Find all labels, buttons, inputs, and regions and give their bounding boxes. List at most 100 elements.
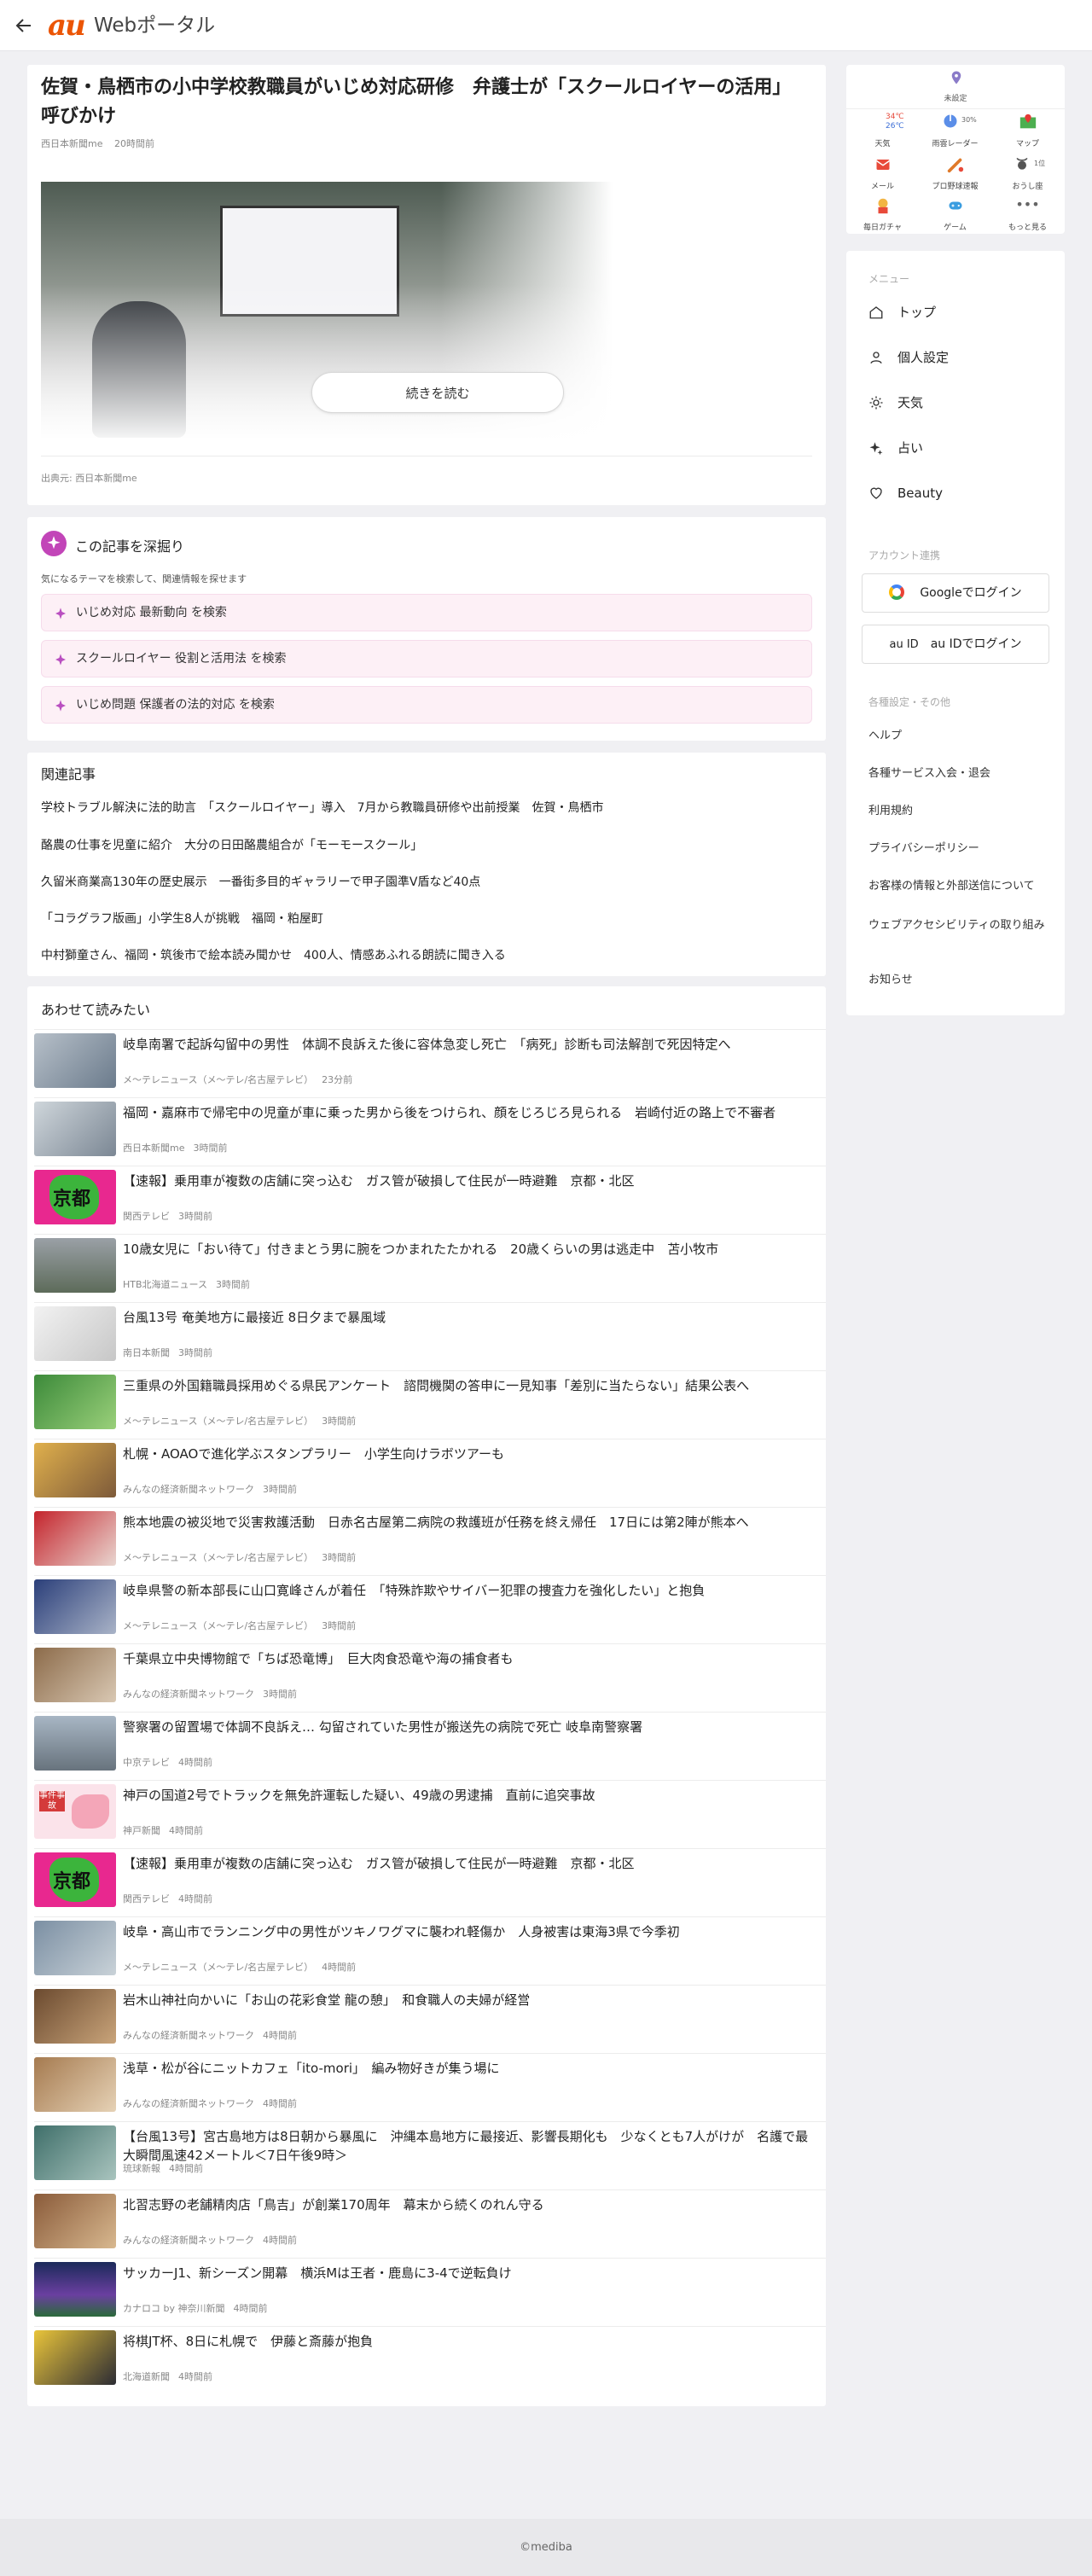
news-meta: 南日本新聞 3時間前 xyxy=(123,1346,212,1359)
util-fortune[interactable]: 1位 おうし座 xyxy=(991,152,1064,195)
news-title: サッカーJ1、新シーズン開幕 横浜Mは王者・鹿島に3-4で逆転負け xyxy=(123,2265,512,2281)
related-item[interactable]: 「コラグラフ版画」小学生8人が挑戦 福岡・粕屋町 xyxy=(41,910,323,927)
news-time: 3時間前 xyxy=(322,1552,357,1563)
util-label: 毎日ガチャ xyxy=(863,224,902,232)
news-time: 3時間前 xyxy=(178,1347,212,1358)
link-news[interactable]: お知らせ xyxy=(868,973,1048,988)
menu-item-weather[interactable]: 天気 xyxy=(868,387,1048,418)
util-baseball[interactable]: プロ野球速報 xyxy=(919,152,991,195)
au-id-logo: au ID xyxy=(889,638,919,651)
news-item[interactable]: サッカーJ1、新シーズン開幕 横浜Mは王者・鹿島に3-4で逆転負け カナロコ b… xyxy=(34,2258,826,2326)
news-title: 10歳女児に「おい待て」付きまとう男に腕をつかまれたたかれる 20歳くらいの男は… xyxy=(123,1241,719,1257)
news-thumbnail xyxy=(34,1989,116,2044)
news-item[interactable]: 【台風13号】宮古島地方は8日朝から暴風に 沖縄本島地方に最接近、影響長期化も … xyxy=(34,2121,826,2189)
menu-item-fortune[interactable]: 占い xyxy=(868,433,1048,463)
au-logo[interactable]: au xyxy=(48,9,86,43)
util-game[interactable]: ゲーム xyxy=(919,193,991,236)
weather-low: 26℃ xyxy=(886,122,904,131)
news-item[interactable]: 岐阜南署で起訴勾留中の男性 体調不良訴えた後に容体急変し死亡 「病死」診断も司法… xyxy=(34,1029,826,1097)
rain-radar-icon xyxy=(944,114,957,128)
search-chip[interactable]: いじめ対応 最新動向 を検索 xyxy=(41,594,812,631)
news-time: 4時間前 xyxy=(263,2098,297,2109)
news-source: みんなの経済新聞ネットワーク xyxy=(123,2098,254,2109)
back-arrow-icon[interactable] xyxy=(14,15,34,36)
news-time: 3時間前 xyxy=(263,1689,297,1700)
news-title: 福岡・嘉麻市で帰宅中の児童が車に乗った男から後をつけられ、顔をじろじろ見られる … xyxy=(123,1105,776,1120)
menu-item-beauty[interactable]: Beauty xyxy=(868,478,1048,509)
news-item[interactable]: 京都 【速報】乗用車が複数の店舗に突っ込む ガス管が破損して住民が一時避難 京都… xyxy=(34,1848,826,1916)
news-item[interactable]: 浅草・松が谷にニットカフェ「ito-mori」 編み物好きが集う場に みんなの経… xyxy=(34,2053,826,2121)
news-item[interactable]: 福岡・嘉麻市で帰宅中の児童が車に乗った男から後をつけられ、顔をじろじろ見られる … xyxy=(34,1097,826,1166)
news-meta: みんなの経済新聞ネットワーク 3時間前 xyxy=(123,1482,297,1496)
news-time: 4時間前 xyxy=(263,2030,297,2041)
news-thumbnail: 事件事故 xyxy=(34,1784,116,1839)
related-item[interactable]: 学校トラブル解決に法的助言 「スクールロイヤー」導入 7月から教職員研修や出前授… xyxy=(41,799,603,816)
link-service-signup[interactable]: 各種サービス入会・退会 xyxy=(868,766,1048,782)
news-item[interactable]: 千葉県立中央博物館で「ちば恐竜博」 巨大肉食恐竜や海の捕食者も みんなの経済新聞… xyxy=(34,1643,826,1712)
util-map[interactable]: マップ xyxy=(991,109,1064,152)
news-item[interactable]: 熊本地震の被災地で災害救護活動 日赤名古屋第二病院の救護班が任務を終え帰任 17… xyxy=(34,1507,826,1575)
link-external-transmission[interactable]: お客様の情報と外部送信について xyxy=(868,879,1048,894)
thumbnail-badge: 京都 xyxy=(53,1871,91,1893)
search-chip[interactable]: スクールロイヤー 役割と活用法 を検索 xyxy=(41,640,812,677)
search-chip[interactable]: いじめ問題 保護者の法的対応 を検索 xyxy=(41,686,812,724)
news-source: カナロコ by 神奈川新聞 xyxy=(123,2303,225,2314)
location-widget[interactable]: 未設定 xyxy=(846,65,1065,109)
news-item[interactable]: 将棋JT杯、8日に札幌で 伊藤と斎藤が抱負 北海道新聞 4時間前 xyxy=(34,2326,826,2394)
util-more[interactable]: ••• もっと見る xyxy=(991,193,1064,236)
news-item[interactable]: 北習志野の老舗精肉店「鳥吉」が創業170周年 幕末から続くのれん守る みんなの経… xyxy=(34,2189,826,2258)
news-meta: メ～テレニュース（メ～テレ/名古屋テレビ） 4時間前 xyxy=(123,1960,356,1974)
news-thumbnail: 京都 xyxy=(34,1170,116,1224)
brand-name[interactable]: Webポータル xyxy=(94,14,215,38)
mail-icon xyxy=(876,160,890,170)
news-thumbnail xyxy=(34,1648,116,1702)
news-title: 【台風13号】宮古島地方は8日朝から暴風に 沖縄本島地方に最接近、影響長期化も … xyxy=(123,2129,809,2163)
news-thumbnail xyxy=(34,2194,116,2248)
news-item[interactable]: 事件事故 神戸の国道2号でトラックを無免許運転した疑い、49歳の男逮捕 直前に追… xyxy=(34,1780,826,1848)
google-login-button[interactable]: Googleでログイン xyxy=(862,573,1049,613)
related-item[interactable]: 久留米商業高130年の歴史展示 一番街多目的ギャラリーで甲子園準V盾など40点 xyxy=(41,873,480,890)
news-item[interactable]: 札幌・AOAOで進化学ぶスタンプラリー 小学生向けラボツアーも みんなの経済新聞… xyxy=(34,1439,826,1507)
menu-item-top[interactable]: トップ xyxy=(868,297,1048,328)
util-mail[interactable]: メール xyxy=(846,152,919,195)
link-terms[interactable]: 利用規約 xyxy=(868,804,1048,819)
link-privacy[interactable]: プライバシーポリシー xyxy=(868,841,1048,857)
link-help[interactable]: ヘルプ xyxy=(868,729,1048,744)
related-item[interactable]: 中村獅童さん、福岡・筑後市で絵本読み聞かせ 400人、情感あふれる朗読に聞き入る xyxy=(41,946,506,963)
news-source: メ～テレニュース（メ～テレ/名古屋テレビ） xyxy=(123,1962,314,1973)
menu-item-label: Beauty xyxy=(897,486,943,501)
news-time: 4時間前 xyxy=(178,1893,212,1904)
news-item[interactable]: 岐阜県警の新本部長に山口寛峰さんが着任 「特殊詐欺やサイバー犯罪の捜査力を強化し… xyxy=(34,1575,826,1643)
continue-reading-button[interactable]: 続きを読む xyxy=(311,372,564,413)
news-item[interactable]: 岐阜・高山市でランニング中の男性がツキノワグマに襲われ軽傷か 人身被害は東海3県… xyxy=(34,1916,826,1985)
related-card: 関連記事 学校トラブル解決に法的助言 「スクールロイヤー」導入 7月から教職員研… xyxy=(27,753,826,976)
news-meta: メ～テレニュース（メ～テレ/名古屋テレビ） 23分前 xyxy=(123,1073,352,1086)
news-time: 3時間前 xyxy=(216,1279,250,1290)
news-item[interactable]: 京都 【速報】乗用車が複数の店舗に突っ込む ガス管が破損して住民が一時避難 京都… xyxy=(34,1166,826,1234)
util-weather[interactable]: 34℃ 26℃ 天気 xyxy=(846,109,919,152)
news-thumbnail xyxy=(34,1033,116,1088)
related-item[interactable]: 酪農の仕事を児童に紹介 大分の日田酪農組合が「モーモースクール」 xyxy=(41,836,422,853)
au-id-login-button[interactable]: au ID au IDでログイン xyxy=(862,625,1049,664)
news-item[interactable]: 岩木山神社向かいに「お山の花彩食堂 龍の憩」 和食職人の夫婦が経営 みんなの経済… xyxy=(34,1985,826,2053)
news-item[interactable]: 三重県の外国籍職員採用めぐる県民アンケート 諮問機関の答申に一見知事「差別に当た… xyxy=(34,1370,826,1439)
news-source: みんなの経済新聞ネットワーク xyxy=(123,1484,254,1495)
link-accessibility[interactable]: ウェブアクセシビリティの取り組み xyxy=(868,918,1048,933)
news-thumbnail xyxy=(34,2125,116,2180)
util-gacha[interactable]: 毎日ガチャ xyxy=(846,193,919,236)
thumbnail-badge: 事件事故 xyxy=(39,1791,65,1811)
map-icon xyxy=(1019,113,1037,129)
menu-item-settings[interactable]: 個人設定 xyxy=(868,342,1048,373)
news-item[interactable]: 10歳女児に「おい待て」付きまとう男に腕をつかまれたたかれる 20歳くらいの男は… xyxy=(34,1234,826,1302)
util-label: マップ xyxy=(1015,140,1039,148)
news-meta: みんなの経済新聞ネットワーク 4時間前 xyxy=(123,2096,297,2110)
settings-heading: 各種設定・その他 xyxy=(868,696,951,708)
news-source: メ～テレニュース（メ～テレ/名古屋テレビ） xyxy=(123,1074,314,1085)
news-item[interactable]: 警察署の留置場で体調不良訴え… 勾留されていた男性が搬送先の病院で死亡 岐阜南警… xyxy=(34,1712,826,1780)
util-rain-radar[interactable]: 30% 雨雲レーダー xyxy=(919,109,991,152)
news-item[interactable]: 台風13号 奄美地方に最接近 8日夕まで暴風域 南日本新聞 3時間前 xyxy=(34,1302,826,1370)
news-meta: 西日本新聞me 3時間前 xyxy=(123,1141,227,1154)
news-meta: カナロコ by 神奈川新聞 4時間前 xyxy=(123,2301,268,2315)
news-time: 4時間前 xyxy=(233,2303,268,2314)
news-thumbnail xyxy=(34,1579,116,1634)
